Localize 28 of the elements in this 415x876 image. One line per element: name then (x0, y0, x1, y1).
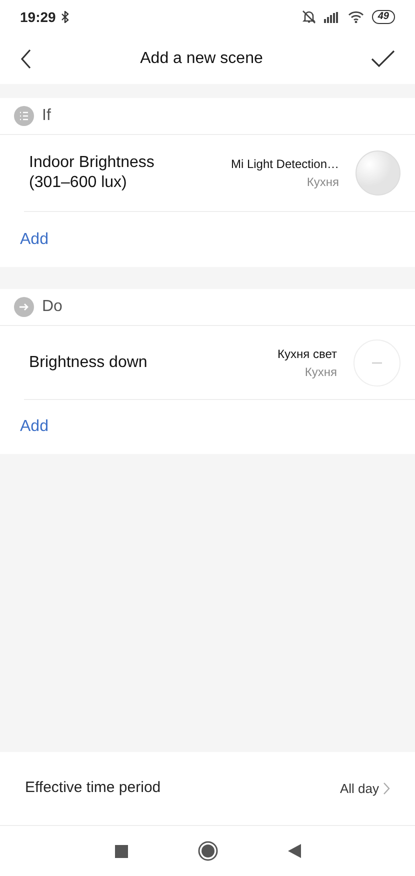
section-label: Do (42, 297, 62, 317)
recents-icon[interactable] (114, 844, 128, 858)
back-nav-icon[interactable] (288, 844, 300, 858)
bluetooth-icon (60, 11, 69, 23)
device-name: Mi Light Detection… (230, 156, 339, 173)
add-link[interactable]: Add (0, 228, 68, 252)
device-name: Кухня свет (278, 346, 337, 362)
status-time: 19:29 (20, 8, 56, 26)
battery-level: 49 (372, 10, 395, 24)
setting-label: Effective time period (25, 778, 161, 798)
check-icon[interactable] (371, 50, 395, 68)
add-link[interactable]: Add (0, 415, 68, 439)
room-name: Кухня (304, 364, 337, 380)
condition-title: Brightness down (29, 352, 148, 372)
condition-title: Indoor Brightness (301–600 lux) (29, 153, 154, 193)
back-icon[interactable] (20, 49, 32, 69)
screen-title: Add a new scene (140, 49, 263, 69)
chevron-icon (383, 782, 390, 795)
section-label: If (42, 106, 51, 126)
setting-value[interactable]: All day (340, 778, 390, 798)
muted-bell-icon (302, 10, 316, 24)
room-name: Кухня (306, 174, 339, 191)
wifi-icon (348, 11, 364, 23)
sensor-drawing (355, 150, 401, 196)
lamp-drawing (353, 338, 401, 386)
signal-icon (324, 12, 340, 22)
home-icon[interactable] (198, 841, 218, 861)
list-icon (14, 106, 34, 126)
